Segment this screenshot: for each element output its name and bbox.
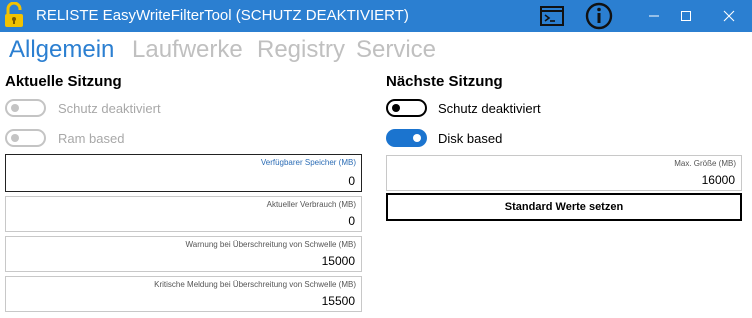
available-memory-field[interactable]: Verfügbarer Speicher (MB) 0: [5, 154, 362, 192]
current-session-title: Aktuelle Sitzung: [5, 73, 122, 90]
next-session-title: Nächste Sitzung: [386, 73, 503, 90]
toggle-knob: [413, 134, 421, 142]
field-value: 0: [348, 174, 355, 188]
field-label: Aktueller Verbrauch (MB): [266, 200, 356, 209]
next-protection-label: Schutz deaktiviert: [438, 101, 541, 116]
info-button[interactable]: [582, 0, 616, 32]
current-protection-toggle[interactable]: [5, 99, 46, 117]
field-label: Kritische Meldung bei Überschreitung von…: [154, 280, 356, 289]
title-bar: RELISTE EasyWriteFilterTool (SCHUTZ DEAK…: [0, 0, 752, 32]
maximize-icon: [681, 11, 691, 21]
critical-threshold-field[interactable]: Kritische Meldung bei Überschreitung von…: [5, 276, 362, 312]
field-value: 16000: [701, 173, 735, 187]
warning-threshold-field[interactable]: Warnung bei Überschreitung von Schwelle …: [5, 236, 362, 272]
close-button[interactable]: [709, 0, 749, 32]
toggle-knob: [392, 104, 400, 112]
next-protection-toggle[interactable]: [386, 99, 427, 117]
next-disk-based-label: Disk based: [438, 131, 503, 146]
current-usage-field[interactable]: Aktueller Verbrauch (MB) 0: [5, 196, 362, 232]
field-label: Max. Größe (MB): [674, 159, 736, 168]
window-title: RELISTE EasyWriteFilterTool (SCHUTZ DEAK…: [36, 7, 409, 24]
console-icon: [540, 6, 564, 26]
field-value: 0: [348, 214, 355, 228]
minimize-button[interactable]: [637, 0, 671, 32]
unlocked-padlock-icon: [5, 2, 23, 27]
max-size-field[interactable]: Max. Größe (MB) 16000: [386, 155, 742, 191]
field-label: Warnung bei Überschreitung von Schwelle …: [185, 240, 356, 249]
tab-service[interactable]: Service: [356, 36, 436, 64]
field-value: 15500: [321, 294, 355, 308]
tab-laufwerke[interactable]: Laufwerke: [132, 36, 243, 64]
current-ram-based-toggle[interactable]: [5, 129, 46, 147]
field-label: Verfügbarer Speicher (MB): [260, 158, 356, 167]
tab-registry[interactable]: Registry: [257, 36, 345, 64]
tab-allgemein[interactable]: Allgemein: [9, 36, 114, 64]
next-disk-based-toggle[interactable]: [386, 129, 427, 147]
current-ram-based-label: Ram based: [58, 131, 125, 146]
info-icon: [585, 2, 613, 30]
field-value: 15000: [321, 254, 355, 268]
maximize-button[interactable]: [669, 0, 703, 32]
current-protection-label: Schutz deaktiviert: [58, 101, 161, 116]
toggle-knob: [11, 134, 19, 142]
toggle-knob: [11, 104, 19, 112]
console-button[interactable]: [535, 0, 569, 32]
minimize-icon: [649, 15, 659, 17]
close-icon: [723, 10, 735, 22]
set-default-values-button[interactable]: Standard Werte setzen: [386, 193, 742, 221]
